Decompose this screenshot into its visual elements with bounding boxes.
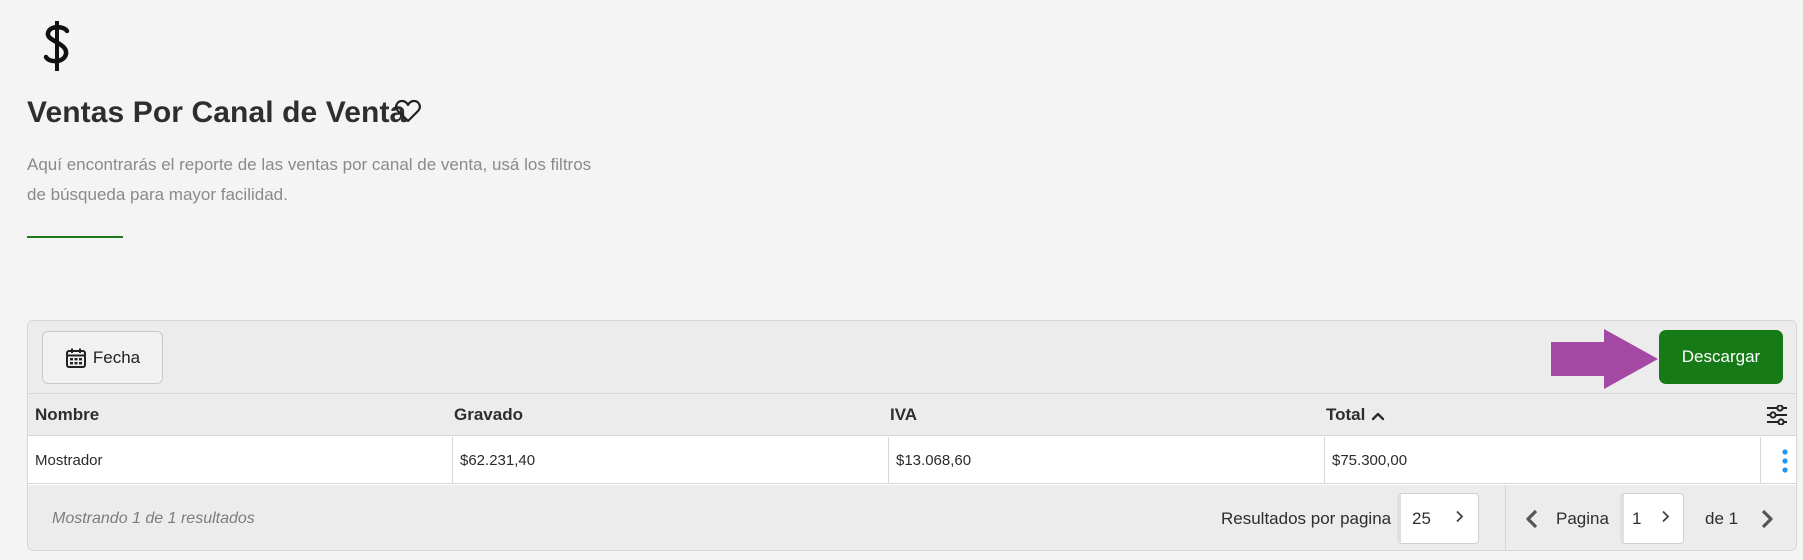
table-footer: Mostrando 1 de 1 resultados Resultados p… [28,485,1796,550]
column-header-iva[interactable]: IVA [890,394,917,436]
results-summary: Mostrando 1 de 1 resultados [52,510,255,527]
chevron-right-icon [1662,510,1670,523]
fecha-label: Fecha [92,347,141,367]
column-header-total[interactable]: Total [1326,394,1385,436]
column-header-nombre[interactable]: Nombre [35,394,99,436]
report-panel: Fecha Descargar Nombre Gravado IVA Total… [27,320,1797,551]
page-count-label: de 1 [1705,509,1739,528]
sort-ascending-icon [1372,412,1385,420]
next-page-icon[interactable] [1761,509,1774,529]
row-actions-icon[interactable] [1782,449,1788,473]
row-actions-cell [1760,437,1796,484]
download-button[interactable]: Descargar [1659,330,1783,384]
fecha-filter-button[interactable]: Fecha [42,331,163,384]
page-number-value: 1 [1632,509,1642,528]
table-toolbar: Fecha Descargar [28,321,1796,394]
chevron-right-icon [1456,510,1464,523]
previous-page-icon[interactable] [1525,509,1538,529]
table-header: Nombre Gravado IVA Total [28,394,1796,436]
page-number-select[interactable]: 1 [1620,493,1684,544]
column-header-gravado[interactable]: Gravado [454,394,523,436]
results-per-page-label: Resultados por pagina [1221,509,1392,528]
results-per-page-value: 25 [1412,509,1431,528]
page-description: Aquí encontrarás el reporte de las venta… [27,150,617,210]
heart-icon[interactable] [395,99,421,123]
footer-divider [1505,485,1506,550]
table-row[interactable]: Mostrador $62.231,40 $13.068,60 $75.300,… [28,437,1796,484]
dollar-icon [43,21,70,71]
column-settings-icon[interactable] [1766,405,1788,425]
page-label: Pagina [1556,509,1609,528]
description-line-1: Aquí encontrarás el reporte de las venta… [27,155,592,174]
cell-gravado: $62.231,40 [452,437,888,484]
cell-nombre: Mostrador [35,452,103,469]
cell-total: $75.300,00 [1324,437,1760,484]
title-underline [27,236,123,238]
results-per-page-select[interactable]: 25 [1397,493,1479,544]
cell-iva: $13.068,60 [888,437,1324,484]
description-line-2: de búsqueda para mayor facilidad. [27,185,288,204]
calendar-icon [65,348,86,368]
page-title: Ventas Por Canal de Venta [27,96,407,129]
